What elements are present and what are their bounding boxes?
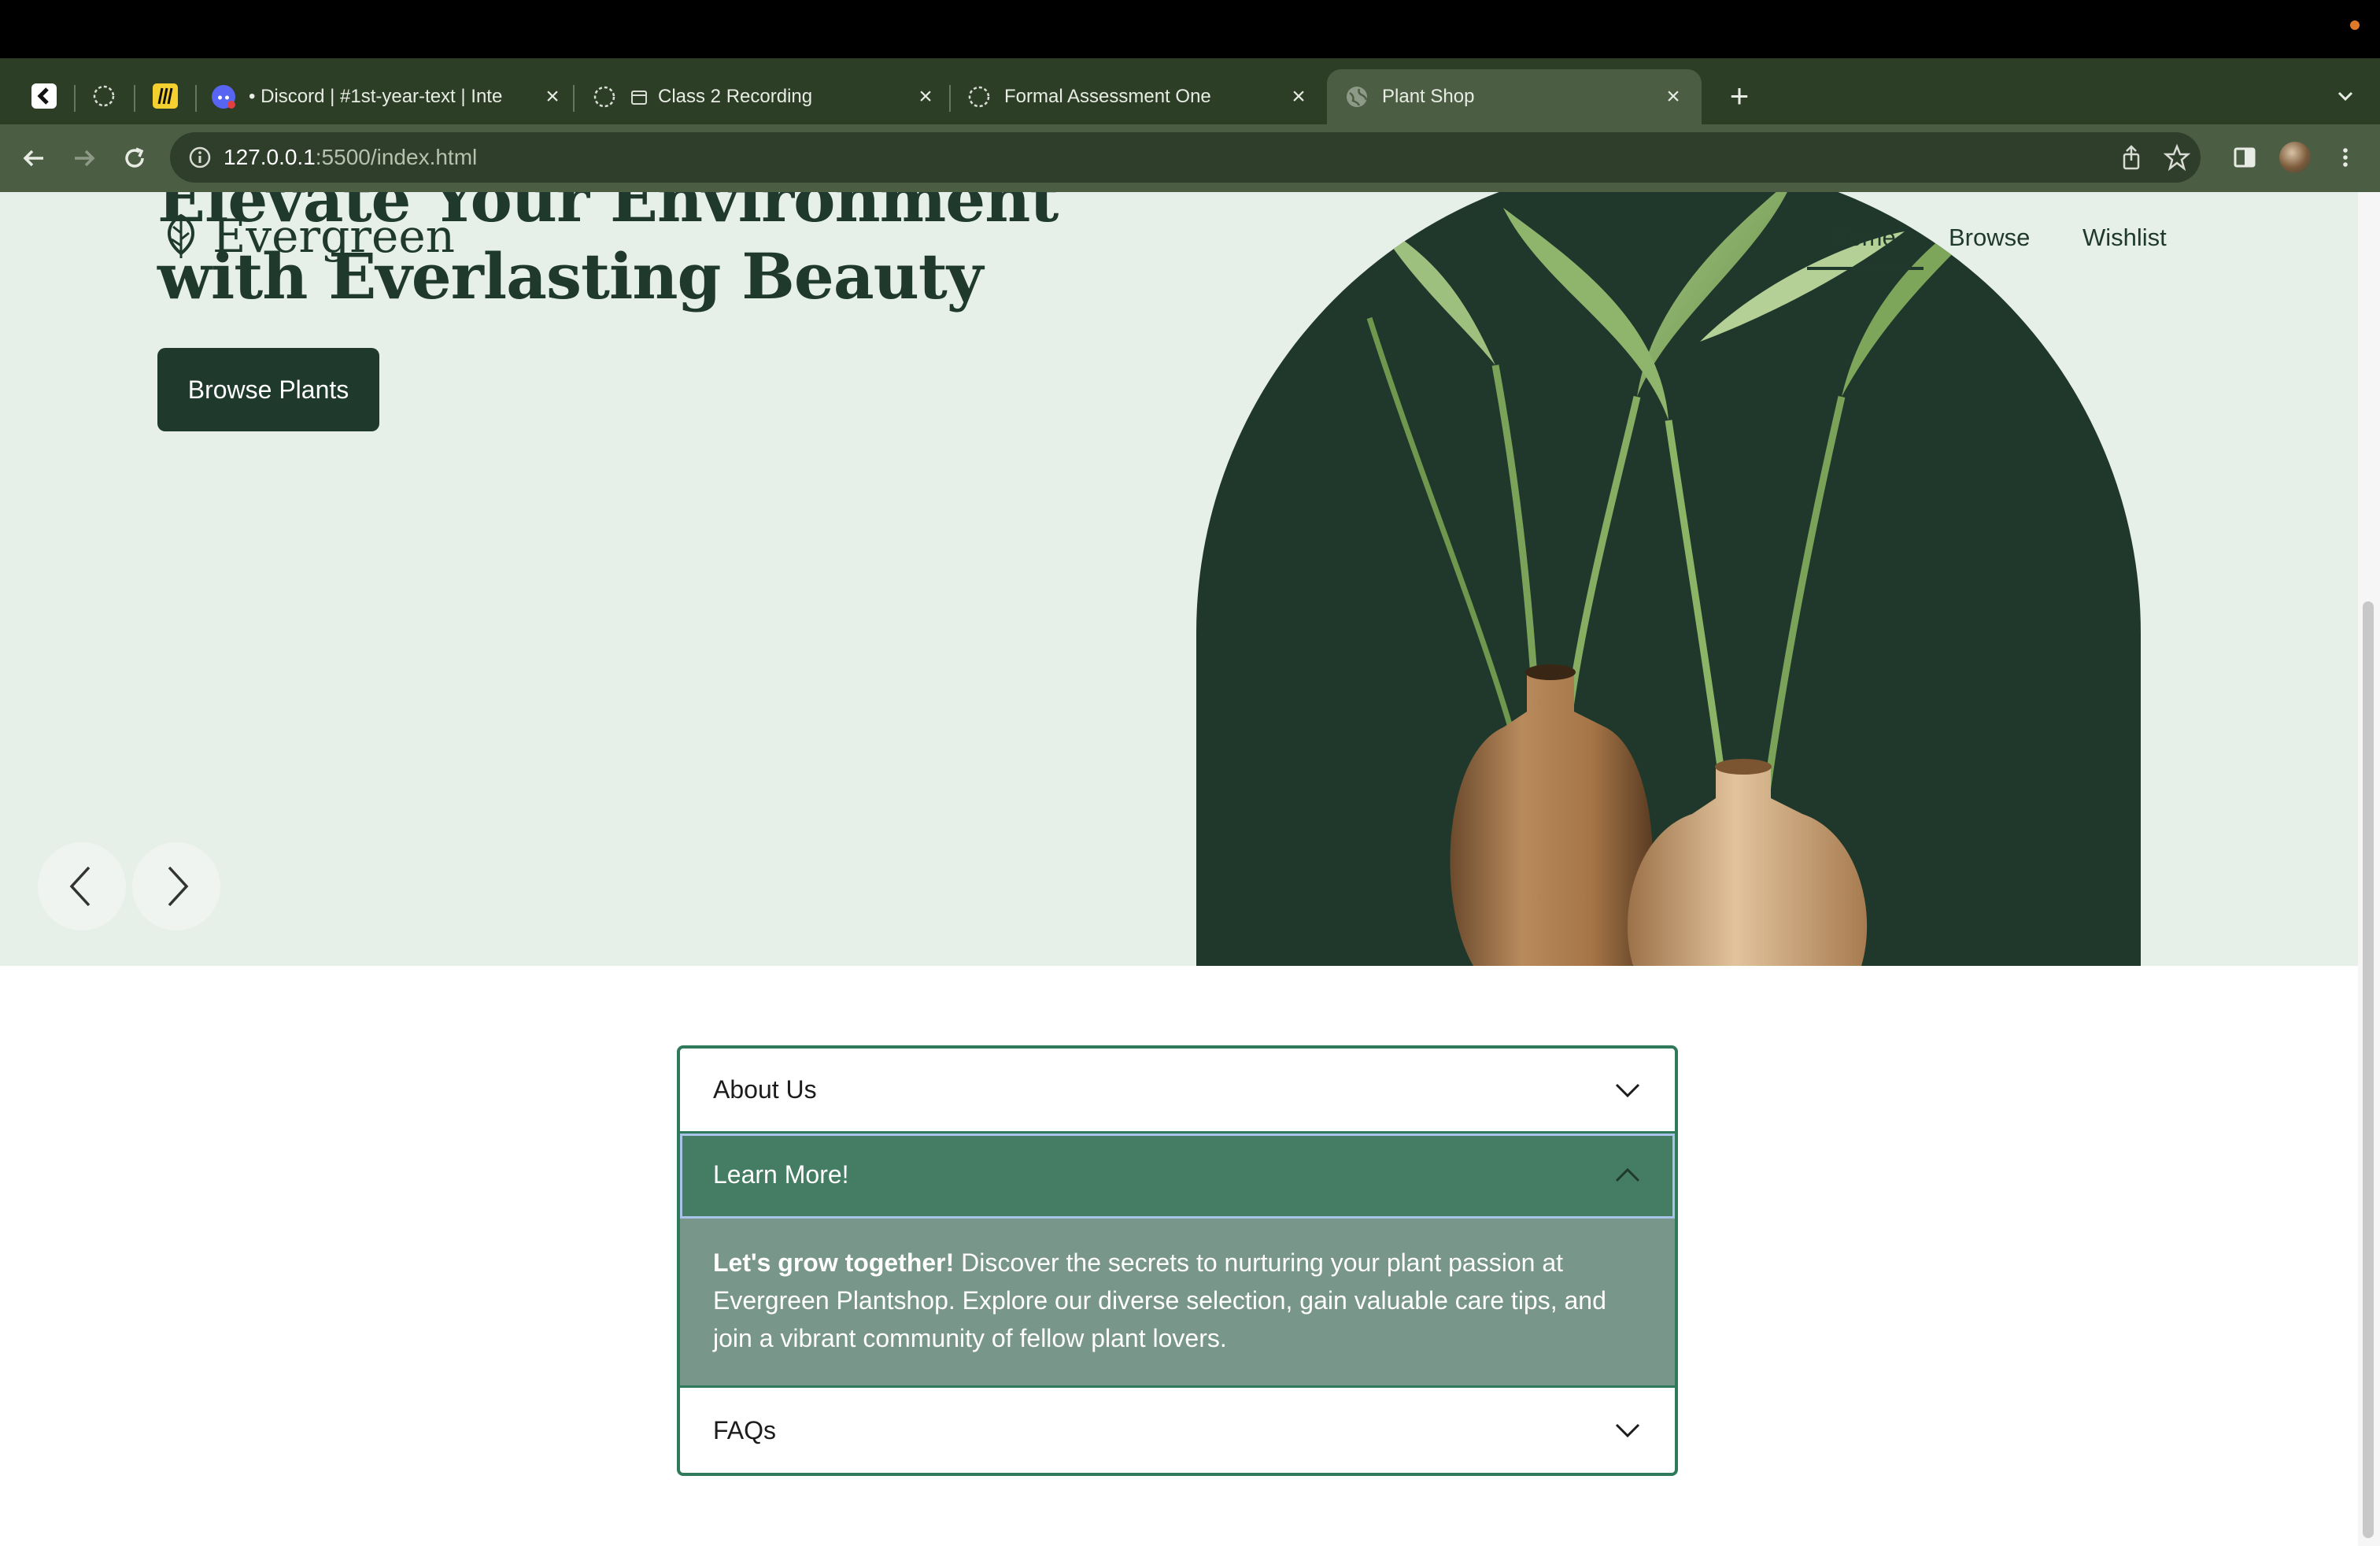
- reload-icon: [125, 147, 144, 168]
- tab-separator: [195, 85, 197, 112]
- tab-label: Formal Assessment One: [1004, 86, 1211, 107]
- pinned-tab-miro[interactable]: [150, 80, 181, 112]
- os-menu-bar: [0, 0, 2380, 58]
- accordion-title: About Us: [713, 1075, 817, 1104]
- chevron-down-icon: [1615, 1083, 1640, 1097]
- brand-logo[interactable]: Evergreen: [157, 209, 455, 263]
- site-info-icon: [189, 146, 211, 168]
- accordion-faqs-header[interactable]: FAQs: [680, 1388, 1675, 1473]
- share-icon[interactable]: [2117, 143, 2145, 172]
- close-icon[interactable]: ×: [1286, 83, 1311, 110]
- hero-plant-image: [1196, 192, 2141, 966]
- tab-discord[interactable]: • Discord | #1st-year-text | Inte ×: [211, 69, 565, 124]
- tab-separator: [573, 85, 575, 112]
- close-icon[interactable]: ×: [540, 83, 565, 110]
- hero-section: Elevate Your Environment with Everlastin…: [0, 192, 2380, 966]
- calendar-icon: [630, 84, 649, 109]
- accordion-learn-more-body: Let's grow together! Discover the secret…: [680, 1219, 1675, 1388]
- accordion-title: Learn More!: [713, 1160, 849, 1189]
- tab-formal-assessment[interactable]: Formal Assessment One ×: [966, 69, 1311, 124]
- accordion-learn-more-header[interactable]: Learn More!: [680, 1134, 1675, 1219]
- address-bar[interactable]: 127.0.0.1:5500/index.html: [170, 132, 2201, 183]
- forward-button[interactable]: [66, 140, 102, 176]
- kebab-menu-icon: [2343, 148, 2348, 167]
- pinned-tab-loading[interactable]: [88, 80, 120, 112]
- bookmark-star-icon[interactable]: [2163, 143, 2191, 172]
- tab-class-recording[interactable]: Class 2 Recording ×: [592, 69, 938, 124]
- tab-label: • Discord | #1st-year-text | Inte: [249, 86, 503, 107]
- back-arrow-icon: [23, 150, 43, 167]
- tab-separator: [949, 85, 951, 112]
- chevron-down-icon: [1615, 1423, 1640, 1438]
- leaf-logo-icon: [168, 213, 194, 258]
- chevron-left-icon: [69, 866, 91, 907]
- discord-icon: [211, 84, 236, 109]
- nav-active-underline: [1807, 267, 1924, 270]
- carousel-next-button[interactable]: [132, 842, 220, 930]
- url-text[interactable]: 127.0.0.1:5500/index.html: [224, 145, 477, 170]
- browse-plants-button[interactable]: Browse Plants: [157, 348, 379, 431]
- pinned-tab-app[interactable]: [28, 80, 60, 112]
- tab-strip: • Discord | #1st-year-text | Inte × Clas…: [0, 58, 2380, 124]
- new-tab-button[interactable]: +: [1724, 80, 1755, 113]
- tab-plant-shop[interactable]: Plant Shop ×: [1327, 69, 1702, 124]
- tab-separator: [134, 85, 135, 112]
- tab-label: Class 2 Recording: [658, 86, 813, 107]
- profile-avatar[interactable]: [2279, 142, 2311, 173]
- loading-icon: [592, 84, 617, 109]
- tab-separator: [74, 85, 76, 112]
- close-icon[interactable]: ×: [913, 83, 938, 110]
- recording-indicator: [2350, 20, 2360, 30]
- page-viewport: Elevate Your Environment with Everlastin…: [0, 192, 2380, 1546]
- loading-icon: [93, 85, 115, 107]
- loading-icon: [966, 84, 992, 109]
- tab-label: Plant Shop: [1382, 86, 1475, 107]
- back-button[interactable]: [16, 140, 52, 176]
- back-app-icon: [31, 83, 57, 109]
- info-accordion: About Us Learn More! Let's grow together…: [677, 1045, 1678, 1476]
- url-host: 127.0.0.1: [224, 145, 316, 169]
- nav-browse-link[interactable]: Browse: [1949, 224, 2030, 252]
- accordion-about-us-header[interactable]: About Us: [680, 1049, 1675, 1134]
- browser-toolbar: 127.0.0.1:5500/index.html: [0, 124, 2380, 192]
- body-emphasis: Let's grow together!: [713, 1248, 955, 1277]
- miro-icon: [153, 83, 178, 109]
- nav-wishlist-link[interactable]: Wishlist: [2082, 224, 2167, 252]
- page-scrollbar[interactable]: [2358, 192, 2380, 1546]
- brand-name: Evergreen: [213, 209, 456, 263]
- chevron-up-icon: [1615, 1167, 1640, 1182]
- side-panel-button[interactable]: [2229, 142, 2260, 173]
- forward-arrow-icon: [75, 150, 95, 167]
- close-icon[interactable]: ×: [1661, 83, 1686, 110]
- globe-icon: [1344, 84, 1369, 109]
- reload-button[interactable]: [116, 140, 153, 176]
- side-panel-icon: [2234, 147, 2256, 168]
- plant-vases-illustration: [1366, 192, 2015, 966]
- tab-search-chevron-icon[interactable]: [2331, 82, 2360, 110]
- browser-menu-button[interactable]: [2330, 142, 2361, 173]
- url-path: :5500/index.html: [315, 145, 478, 169]
- chevron-right-icon: [168, 866, 189, 907]
- accordion-title: FAQs: [713, 1415, 777, 1444]
- scrollbar-thumb[interactable]: [2363, 601, 2374, 1538]
- carousel-prev-button[interactable]: [38, 842, 126, 930]
- nav-home-link[interactable]: Home: [1831, 224, 1896, 252]
